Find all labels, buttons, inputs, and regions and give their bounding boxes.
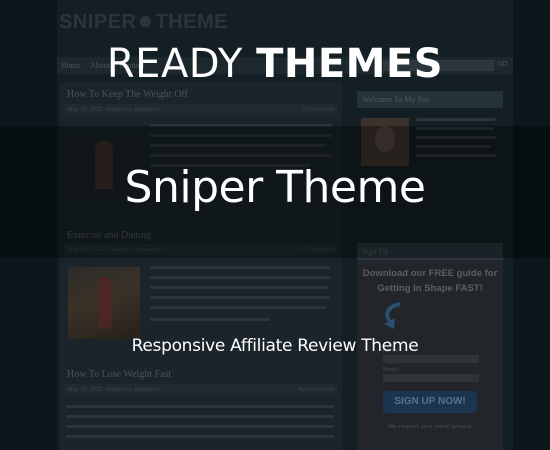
excerpt-line — [150, 286, 328, 289]
post-thumbnail-2[interactable] — [68, 267, 140, 339]
post-comments-link[interactable]: 2 Comments — [302, 107, 334, 113]
email-field[interactable] — [383, 374, 479, 382]
excerpt-line — [150, 276, 330, 279]
post-meta-text: May 18, 2011 · Posted by: blogadmin — [68, 387, 161, 393]
post-meta-text: May 18, 2011 · Posted by: blogadmin — [68, 107, 161, 113]
sidebar-text-line — [416, 118, 496, 121]
post-title-1[interactable]: How To Keep The Weight Off — [67, 89, 188, 100]
logo-target-icon — [140, 16, 152, 27]
excerpt-line — [66, 415, 334, 418]
excerpt-line — [66, 425, 334, 428]
post-meta-3: May 18, 2011 · Posted by: blogadmin No Co… — [64, 384, 338, 395]
excerpt-line — [150, 306, 326, 309]
excerpt-line — [66, 435, 334, 438]
post-meta-1: May 18, 2011 · Posted by: blogadmin 2 Com… — [64, 104, 338, 115]
sidebar-welcome-heading: Welcome To My Site — [357, 91, 503, 108]
logo-text-left: SNIPER — [59, 11, 137, 33]
free-guide-text: Download our FREE guide for Getting In S… — [362, 268, 498, 294]
excerpt-line — [150, 266, 330, 269]
ready-themes-logo: READY THEMES — [0, 38, 550, 90]
brand-light-text: READY — [106, 41, 243, 87]
logo-text-right: THEME — [155, 11, 228, 33]
signup-button[interactable]: SIGN UP NOW! — [383, 391, 477, 413]
theme-title: Sniper Theme — [124, 162, 426, 213]
site-logo[interactable]: SNIPER THEME — [59, 11, 228, 34]
theme-subtitle: Responsive Affiliate Review Theme — [131, 336, 419, 356]
email-label: Email: — [383, 367, 399, 373]
brand-bold-text: THEMES — [256, 41, 444, 87]
curved-arrow-icon — [384, 302, 400, 329]
excerpt-line — [66, 405, 334, 408]
post-comments-link[interactable]: No Comments — [299, 387, 335, 393]
runner-figure — [98, 277, 112, 329]
post-title-3[interactable]: How To Lose Weight Fast — [67, 369, 171, 380]
excerpt-line — [150, 318, 270, 321]
excerpt-line — [150, 296, 330, 299]
privacy-text: We respect your email privacy — [388, 424, 472, 430]
